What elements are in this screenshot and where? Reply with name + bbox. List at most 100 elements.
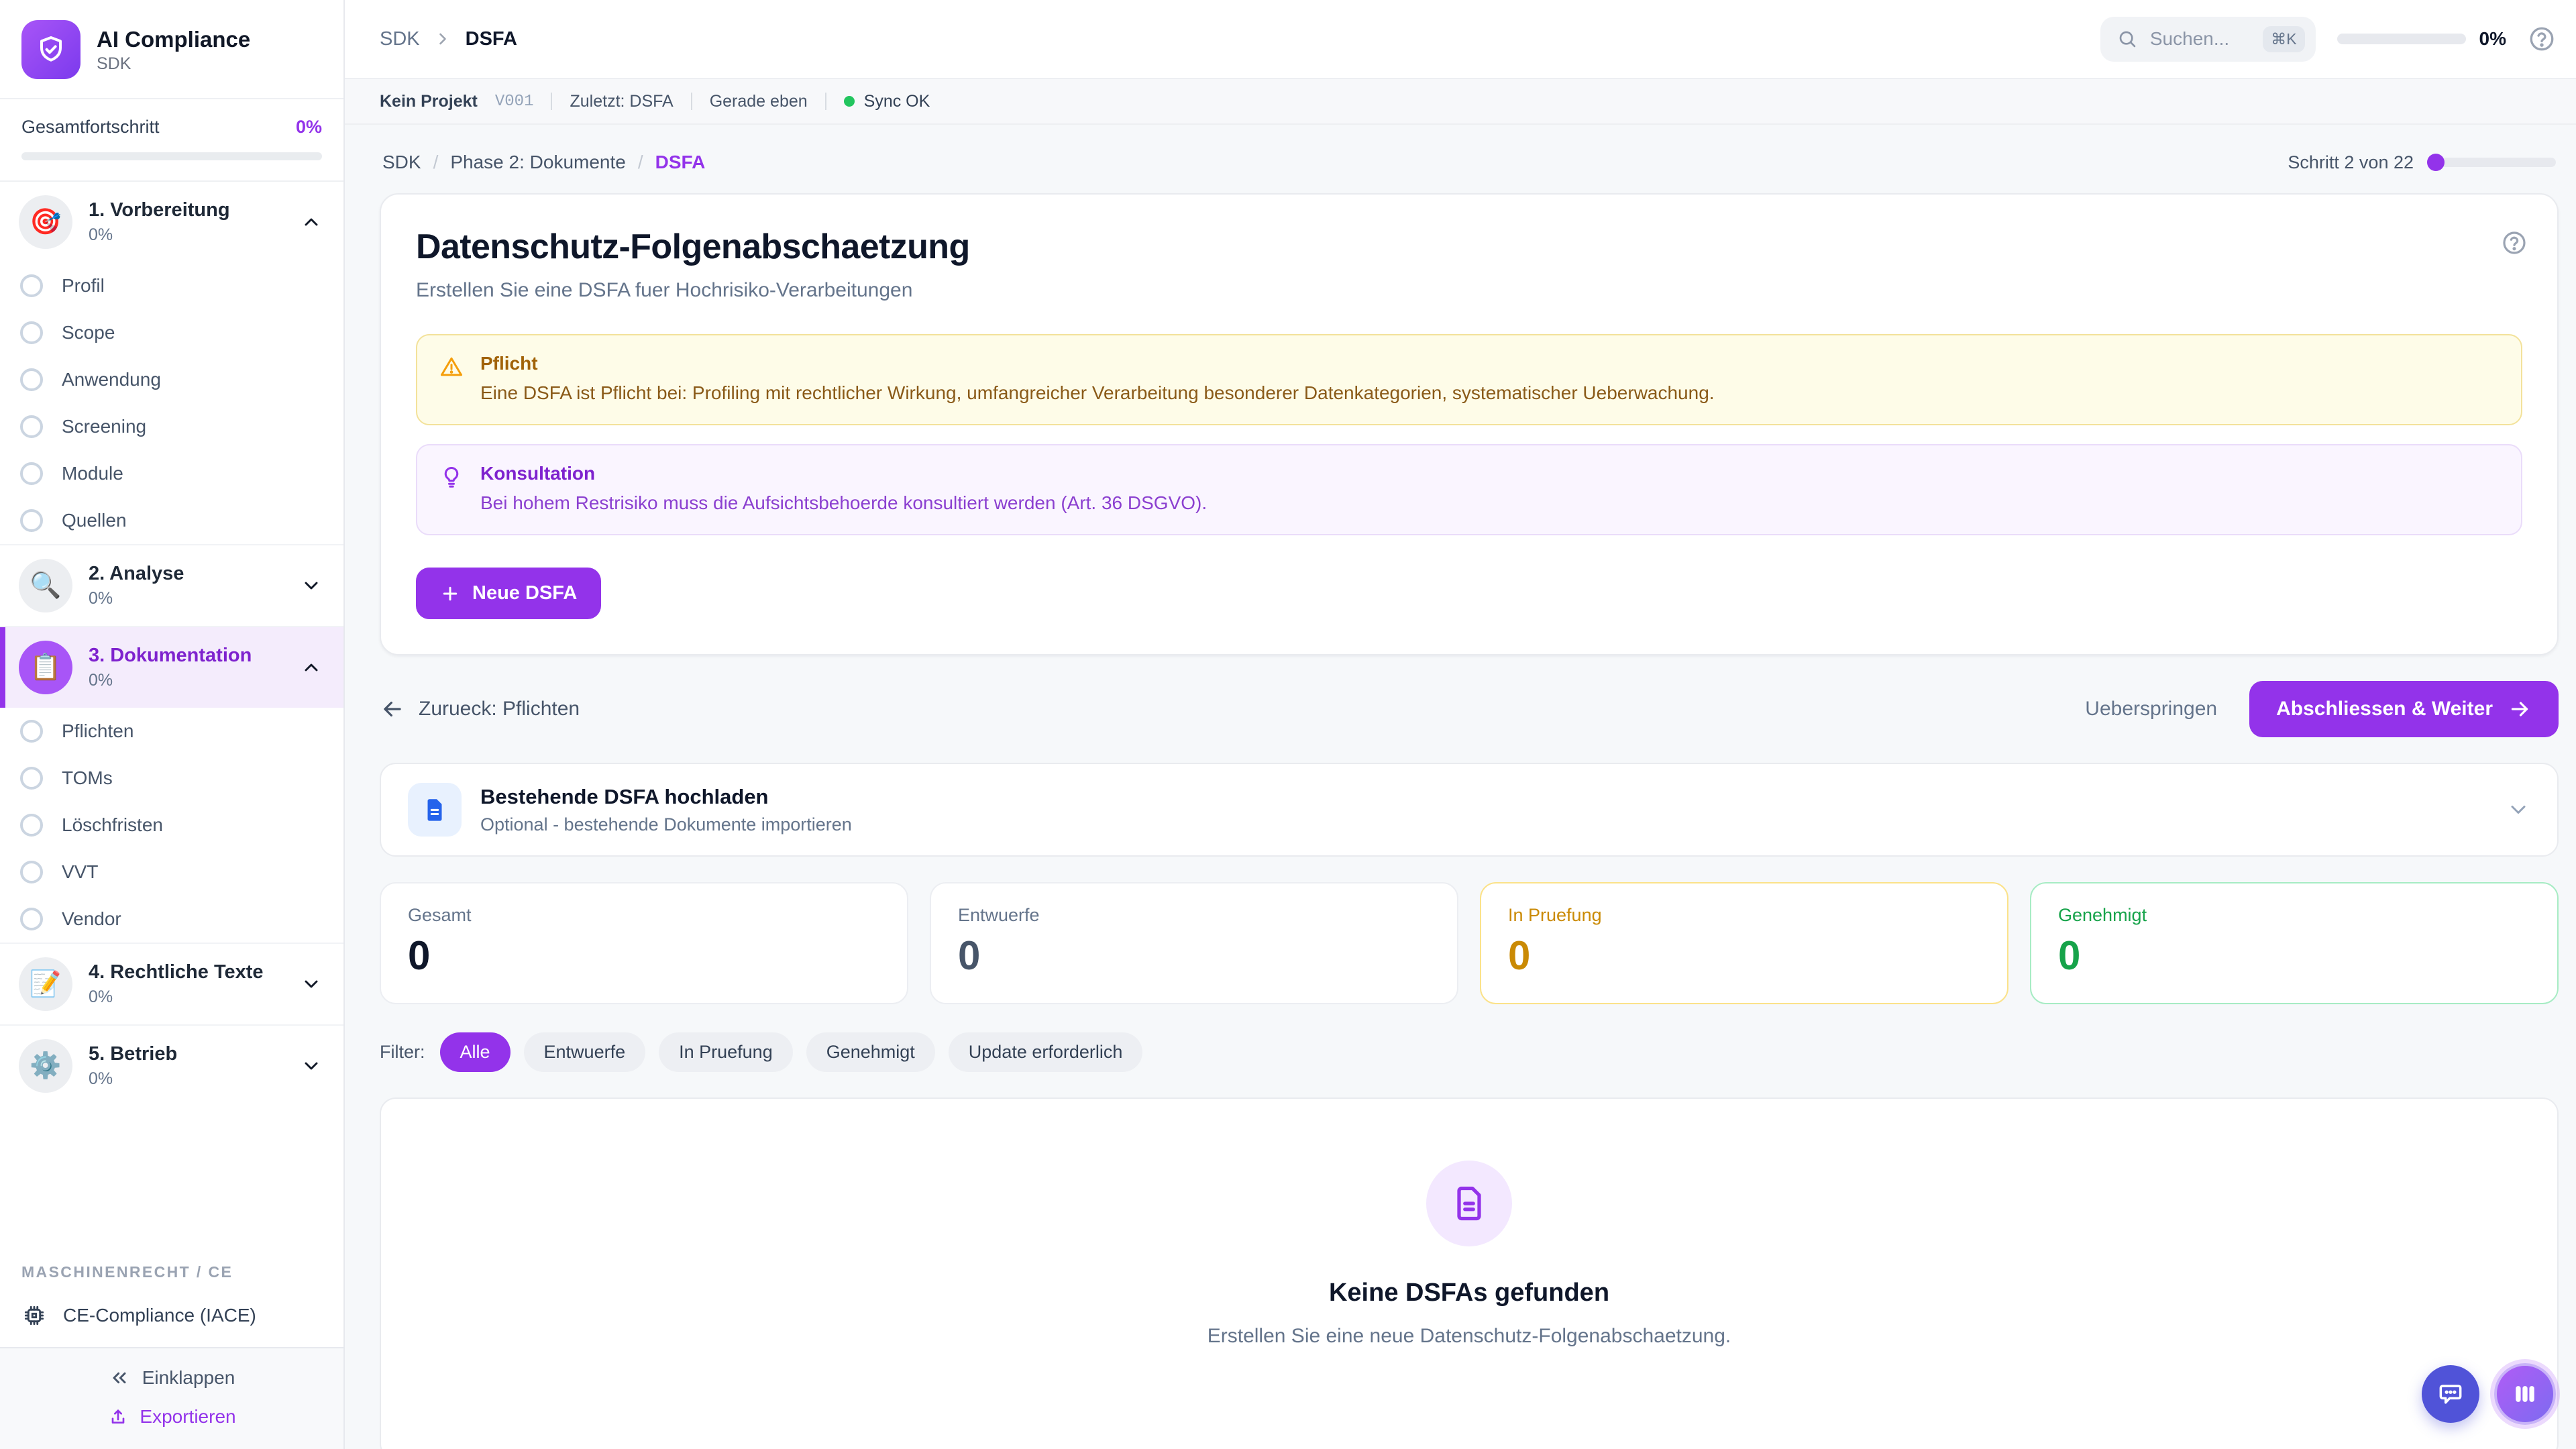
sidebar-item-vvt[interactable]: VVT (0, 849, 343, 896)
sidebar-item-label: Vendor (62, 908, 121, 930)
sidebar-item-ce-compliance[interactable]: CE-Compliance (IACE) (0, 1291, 343, 1347)
sidebar-item-label: Screening (62, 416, 146, 437)
sidebar-item-l-schfristen[interactable]: Löschfristen (0, 802, 343, 849)
step-progress-bar (2427, 158, 2556, 167)
breadcrumb-root[interactable]: SDK (380, 28, 420, 50)
arrow-left-icon (380, 696, 405, 722)
sidebar-item-label: TOMs (62, 767, 113, 789)
columns-fab-button[interactable] (2494, 1363, 2556, 1425)
consultation-alert: Konsultation Bei hohem Restrisiko muss d… (416, 444, 2522, 535)
radio-circle-icon (20, 415, 43, 438)
ce-compliance-label: CE-Compliance (IACE) (63, 1305, 256, 1326)
sidebar-item-scope[interactable]: Scope (0, 309, 343, 356)
sidebar-item-quellen[interactable]: Quellen (0, 497, 343, 544)
overall-progress: Gesamtfortschritt 0% (0, 99, 343, 180)
back-button[interactable]: Zurueck: Pflichten (380, 696, 580, 722)
chevron-down-icon (2506, 798, 2530, 822)
sidebar-item-module[interactable]: Module (0, 450, 343, 497)
page-breadcrumb-row: SDK / Phase 2: Dokumente / DSFA Schritt … (380, 125, 2559, 193)
sidebar-item-vendor[interactable]: Vendor (0, 896, 343, 943)
header-progress-value: 0% (2479, 28, 2506, 50)
filter-pill-in-pruefung[interactable]: In Pruefung (659, 1032, 793, 1072)
radio-circle-icon (20, 509, 43, 532)
app-window: AI Compliance SDK Gesamtfortschritt 0% 🎯… (0, 0, 2576, 1449)
sync-status: Sync OK (844, 92, 930, 111)
section-progress: 0% (89, 987, 284, 1007)
filter-pill-genehmigt[interactable]: Genehmigt (806, 1032, 935, 1072)
section-label: 5. Betrieb (89, 1043, 284, 1065)
sidebar-item-screening[interactable]: Screening (0, 403, 343, 450)
sidebar-item-label: Quellen (62, 510, 127, 531)
sidebar-item-profil[interactable]: Profil (0, 262, 343, 309)
card-help-icon[interactable] (2501, 229, 2528, 256)
sidebar-item-label: Löschfristen (62, 814, 163, 836)
sidebar-item-toms[interactable]: TOMs (0, 755, 343, 802)
new-dsfa-button[interactable]: Neue DSFA (416, 568, 601, 619)
sidebar: AI Compliance SDK Gesamtfortschritt 0% 🎯… (0, 0, 345, 1449)
stat-label: Entwuerfe (958, 905, 1430, 926)
chevron-down-icon (301, 1055, 322, 1077)
collapse-sidebar-button[interactable]: Einklappen (109, 1367, 235, 1389)
step-indicator: Schritt 2 von 22 (2288, 152, 2556, 173)
radio-circle-icon (20, 368, 43, 391)
filter-pill-update-erforderlich[interactable]: Update erforderlich (949, 1032, 1143, 1072)
last-document-status: Zuletzt: DSFA (570, 92, 673, 111)
lightbulb-icon (439, 464, 464, 490)
app-title: AI Compliance (97, 25, 250, 53)
gear-icon: ⚙️ (19, 1039, 72, 1093)
empty-state-title: Keine DSFAs gefunden (1329, 1279, 1609, 1307)
chevron-up-icon (301, 657, 322, 678)
shield-check-icon (21, 20, 80, 79)
sidebar-section-4-rechtliche-texte[interactable]: 📝4. Rechtliche Texte0% (0, 943, 343, 1024)
plus-icon (440, 584, 460, 604)
sidebar-footer: Einklappen Exportieren (0, 1347, 343, 1449)
sidebar-section-5-betrieb[interactable]: ⚙️5. Betrieb0% (0, 1024, 343, 1106)
upload-existing-dsfa-panel[interactable]: Bestehende DSFA hochladen Optional - bes… (380, 763, 2559, 857)
sidebar-section-2-analyse[interactable]: 🔍2. Analyse0% (0, 544, 343, 626)
filter-pill-entwuerfe[interactable]: Entwuerfe (524, 1032, 646, 1072)
status-bar: Kein Projekt V001 Zuletzt: DSFA Gerade e… (345, 79, 2576, 125)
header-progress: 0% (2337, 28, 2506, 50)
section-label: 1. Vorbereitung (89, 199, 284, 221)
overall-progress-value: 0% (296, 117, 322, 138)
stat-card-gesamt: Gesamt0 (380, 882, 908, 1004)
radio-circle-icon (20, 274, 43, 297)
complete-and-next-button[interactable]: Abschliessen & Weiter (2249, 681, 2559, 737)
overall-progress-bar (21, 152, 322, 160)
help-icon[interactable] (2528, 25, 2556, 53)
warning-triangle-icon (439, 354, 464, 380)
skip-button[interactable]: Ueberspringen (2085, 698, 2217, 720)
filter-pill-alle[interactable]: Alle (440, 1032, 511, 1072)
double-chevron-left-icon (109, 1367, 130, 1389)
sidebar-item-label: Module (62, 463, 123, 484)
chat-fab-button[interactable] (2422, 1365, 2479, 1423)
document-blue-icon (408, 783, 462, 837)
page-breadcrumb-root[interactable]: SDK (382, 152, 421, 173)
stat-value: 0 (1508, 932, 1980, 979)
divider (691, 93, 692, 110)
sidebar-section-3-dokumentation[interactable]: 📋3. Dokumentation0% (0, 626, 343, 708)
project-status: Kein Projekt (380, 92, 478, 111)
sidebar-item-label: Anwendung (62, 369, 161, 390)
search-input[interactable]: Suchen... ⌘K (2100, 17, 2316, 62)
mandatory-alert-title: Pflicht (480, 353, 1715, 374)
content-area: SDK / Phase 2: Dokumente / DSFA Schritt … (345, 125, 2576, 1449)
page-breadcrumb: SDK / Phase 2: Dokumente / DSFA (382, 152, 705, 173)
sidebar-item-label: Scope (62, 322, 115, 343)
sidebar-section-1-vorbereitung[interactable]: 🎯1. Vorbereitung0% (0, 182, 343, 262)
export-button[interactable]: Exportieren (107, 1406, 235, 1428)
sidebar-item-anwendung[interactable]: Anwendung (0, 356, 343, 403)
header-progress-bar (2337, 34, 2466, 44)
radio-circle-icon (20, 908, 43, 930)
columns-icon (2510, 1379, 2540, 1409)
sidebar-item-pflichten[interactable]: Pflichten (0, 708, 343, 755)
page-breadcrumb-phase[interactable]: Phase 2: Dokumente (450, 152, 626, 173)
section-progress: 0% (89, 225, 284, 245)
stats-row: Gesamt0Entwuerfe0In Pruefung0Genehmigt0 (380, 882, 2559, 1004)
chevron-down-icon (301, 575, 322, 596)
app-subtitle: SDK (97, 54, 250, 74)
machine-section-header: MASCHINENRECHT / CE (0, 1242, 343, 1291)
section-progress: 0% (89, 671, 284, 690)
top-bar: SDK DSFA Suchen... ⌘K 0% (345, 0, 2576, 79)
keyboard-shortcut-badge: ⌘K (2263, 26, 2304, 52)
